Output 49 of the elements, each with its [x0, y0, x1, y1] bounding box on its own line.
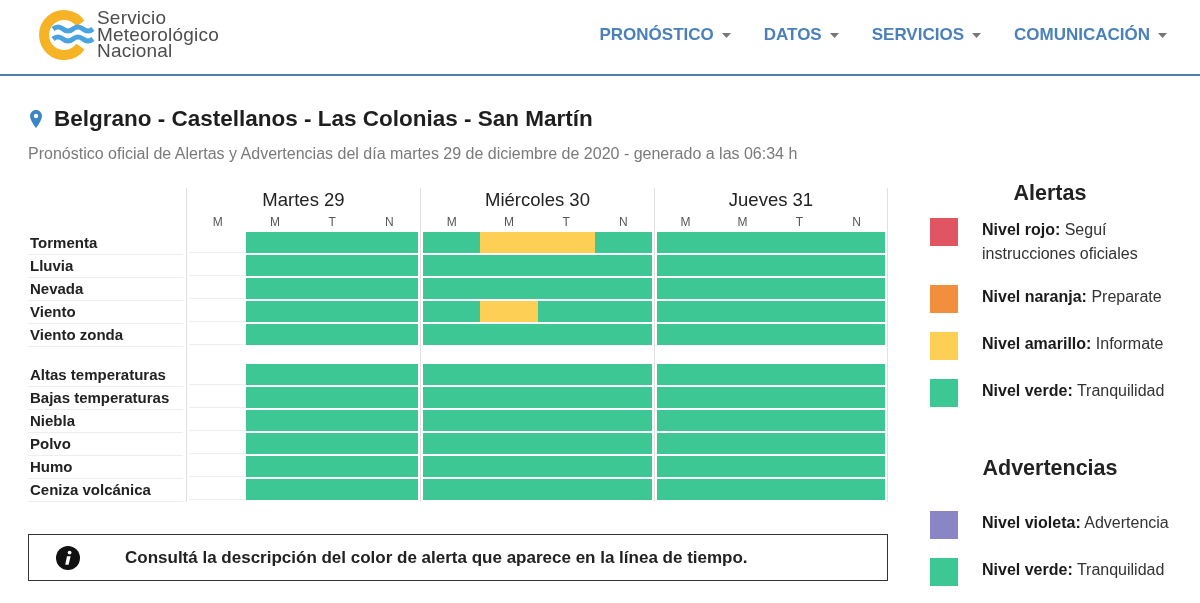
period-label: T [794, 215, 805, 229]
hazard-label: Tormenta [28, 232, 183, 255]
legend-text: Nivel rojo: Seguí instrucciones oficiales [982, 220, 1139, 264]
period-label: N [384, 215, 395, 229]
day-label: Martes 29 [261, 189, 346, 211]
day-label: Miércoles 30 [484, 189, 591, 211]
nav-menu-button[interactable]: SERVICIOS [871, 25, 981, 45]
agency-name: Servicio Meteorológico Nacional [97, 10, 219, 60]
hazard-label: Polvo [28, 433, 183, 456]
caret-icon [721, 32, 731, 38]
period-label: M [211, 215, 224, 229]
period-label: N [851, 215, 862, 229]
info-icon [56, 545, 80, 570]
caret-icon [972, 32, 981, 38]
caret-icon [829, 32, 839, 38]
hazard-label: Viento zonda [28, 324, 183, 347]
hazard-label: Altas temperaturas [28, 364, 183, 387]
location-title: Belgrano - Castellanos - Las Colonias - San Martín [54, 106, 593, 132]
nav-menu-button[interactable]: DATOS [763, 25, 839, 45]
forecast-subtitle: Pronóstico oficial de Alertas y Advertencias del día martes 29 de diciembre de 2020 - generado a las 06:34 h [28, 145, 799, 163]
legend-text: Nivel amarillo: Informate [982, 334, 1165, 354]
hazard-label: Lluvia [28, 255, 183, 278]
legend-text: Nivel naranja: Preparate [982, 287, 1163, 307]
nav-menu-button[interactable]: COMUNICACIÓN [1014, 25, 1167, 45]
period-label: M [268, 215, 281, 229]
info-text: Consultá la descripción del color de alerta que aparece en la línea de tiempo. [125, 547, 748, 568]
period-label: M [445, 215, 458, 229]
legend-title: Advertencias [981, 456, 1119, 480]
day-label: Jueves 31 [727, 189, 815, 211]
legend-text: Nivel violeta: Advertencia [982, 513, 1170, 533]
hazard-label: Viento [28, 301, 183, 324]
hazard-label: Niebla [28, 410, 183, 433]
hazard-label: Bajas temperaturas [28, 387, 183, 410]
period-label: M [679, 215, 692, 229]
period-label: M [502, 215, 515, 229]
period-label: N [618, 215, 629, 229]
hazard-label: Ceniza volcánica [28, 479, 183, 502]
hazard-label: Nevada [28, 278, 183, 301]
period-label: T [561, 215, 571, 229]
period-label: M [736, 215, 749, 229]
hazard-label: Humo [28, 456, 183, 479]
nav-menu-button[interactable]: PRONÓSTICO [599, 25, 731, 45]
caret-icon [1158, 32, 1167, 38]
legend-text: Nivel verde: Tranquilidad [982, 560, 1166, 580]
location-pin-icon [30, 110, 42, 128]
legend-title: Alertas [1012, 181, 1088, 205]
logo-icon [37, 9, 97, 61]
period-label: T [327, 215, 337, 229]
legend-text: Nivel verde: Tranquilidad [982, 381, 1166, 401]
